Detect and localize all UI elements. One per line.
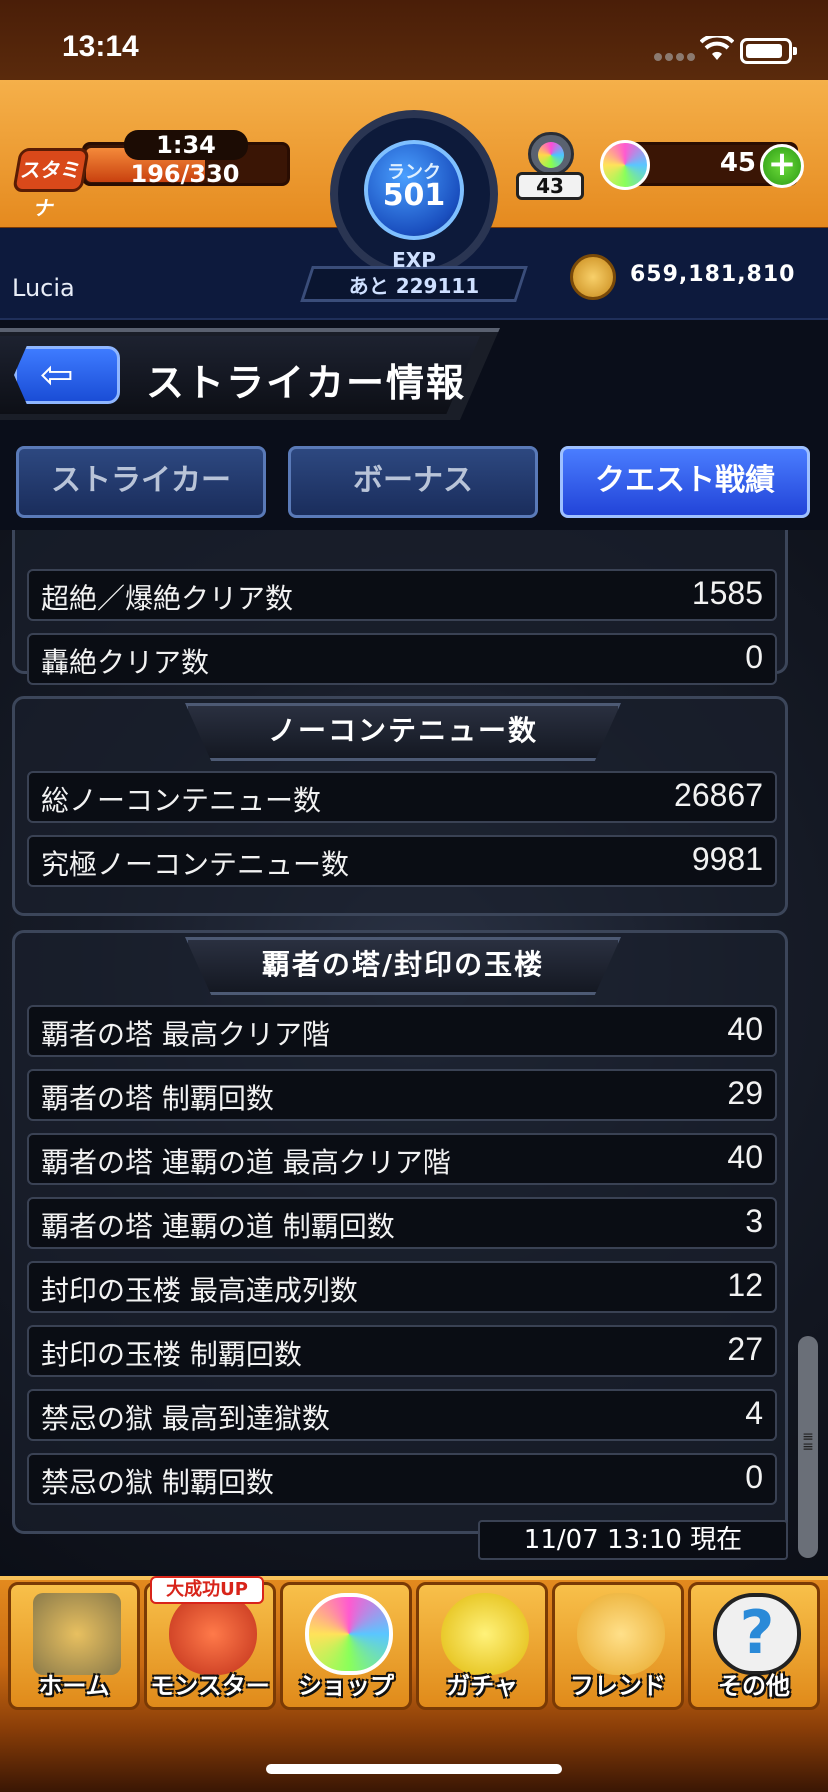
rank-value: 501 [382,178,446,213]
row-value: 26867 [674,777,763,813]
gold-coin-icon [570,254,616,300]
panel-no-continue: ノーコンテニュー数 総ノーコンテニュー数 26867 究極ノーコンテニュー数 9… [12,696,788,916]
back-arrow-icon: ⇦ [40,352,74,398]
nav-label: モンスター [150,1672,270,1700]
orb-value: 45 [719,148,756,178]
question-icon: ? [713,1593,801,1675]
row-value: 4 [745,1395,763,1431]
orb-pot-count: 43 [516,172,584,200]
row-value: 27 [727,1331,763,1367]
status-bar: 13:14 [0,0,828,80]
section-title: ノーコンテニュー数 [185,703,621,761]
add-orb-button[interactable]: + [760,144,804,188]
nav-label: フレンド [570,1672,666,1700]
content-area[interactable]: 超絶／爆絶クリア数 1585 轟絶クリア数 0 ノーコンテニュー数 総ノーコンテ… [0,530,828,1570]
tab-bonus[interactable]: ボーナス [288,446,538,518]
stamina-value: 196/330 [130,160,240,188]
tab-striker[interactable]: ストライカー [16,446,266,518]
exp-label: EXP [392,248,436,272]
coin-value: 659,181,810 [630,262,796,287]
orb-icon [600,140,650,190]
nav-friend[interactable]: フレンド [552,1582,684,1710]
row-label: 覇者の塔 連覇の道 最高クリア階 [41,1146,451,1179]
row-label: 封印の玉楼 最高達成列数 [41,1274,358,1307]
row-label: 総ノーコンテニュー数 [41,784,322,817]
monster-badge: 大成功UP [150,1576,264,1604]
section-title: 覇者の塔/封印の玉楼 [185,937,621,995]
row-label: 超絶／爆絶クリア数 [41,582,294,615]
table-row: 禁忌の獄 制覇回数 0 [27,1453,777,1505]
user-name: Lucia [12,274,75,302]
scroll-grip-icon[interactable]: ≡ ≡ [800,1430,816,1466]
page-title: ストライカー情報 [146,361,467,405]
nav-home[interactable]: ホーム [8,1582,140,1710]
orb-icon [305,1593,393,1675]
row-label: 禁忌の獄 最高到達獄数 [41,1402,330,1435]
table-row: 禁忌の獄 最高到達獄数 4 [27,1389,777,1441]
row-label: 禁忌の獄 制覇回数 [41,1466,274,1499]
table-row: 封印の玉楼 最高達成列数 12 [27,1261,777,1313]
row-value: 40 [727,1139,763,1175]
row-label: 究極ノーコンテニュー数 [41,848,350,881]
row-value: 3 [745,1203,763,1239]
last-updated-timestamp: 11/07 13:10 現在 [478,1520,788,1560]
table-row: 封印の玉楼 制覇回数 27 [27,1325,777,1377]
signal-icon [654,46,698,61]
monster-icon [169,1593,257,1675]
battery-icon [740,38,797,64]
row-label: 覇者の塔 連覇の道 制覇回数 [41,1210,395,1243]
nav-label: ホーム [38,1672,110,1700]
status-time: 13:14 [62,30,139,63]
row-value: 29 [727,1075,763,1111]
table-row: 覇者の塔 最高クリア階 40 [27,1005,777,1057]
table-row: 覇者の塔 制覇回数 29 [27,1069,777,1121]
wifi-icon [700,36,734,60]
row-value: 0 [745,1459,763,1495]
nav-label: その他 [718,1672,790,1700]
table-row: 覇者の塔 連覇の道 制覇回数 3 [27,1197,777,1249]
row-value: 1585 [691,575,763,611]
stamina-label: スタミナ [12,148,90,220]
table-row: 超絶／爆絶クリア数 1585 [27,569,777,621]
nav-shop[interactable]: ショップ [280,1582,412,1710]
nav-other[interactable]: ? その他 [688,1582,820,1710]
home-indicator[interactable] [266,1764,562,1774]
nav-label: ショップ [298,1672,394,1700]
table-row: 究極ノーコンテニュー数 9981 [27,835,777,887]
table-row: 総ノーコンテニュー数 26867 [27,771,777,823]
row-value: 9981 [691,841,763,877]
exp-remaining: あと 229111 [348,274,480,298]
friend-icon [577,1593,665,1675]
panel-tower: 覇者の塔/封印の玉楼 覇者の塔 最高クリア階 40 覇者の塔 制覇回数 29 覇… [12,930,788,1534]
nav-label: ガチャ [446,1672,518,1700]
row-label: 轟絶クリア数 [41,646,210,679]
table-row: 覇者の塔 連覇の道 最高クリア階 40 [27,1133,777,1185]
row-value: 0 [745,639,763,675]
row-label: 覇者の塔 制覇回数 [41,1082,274,1115]
stamina-timer: 1:34 [124,130,248,160]
table-row: 轟絶クリア数 0 [27,633,777,685]
panel-clear-counts: 超絶／爆絶クリア数 1585 轟絶クリア数 0 [12,530,788,685]
row-value: 40 [727,1011,763,1047]
row-label: 覇者の塔 最高クリア階 [41,1018,330,1051]
gacha-egg-icon [441,1593,529,1675]
tab-quest-record[interactable]: クエスト戦績 [560,446,810,518]
row-label: 封印の玉楼 制覇回数 [41,1338,302,1371]
home-icon [33,1593,121,1675]
row-value: 12 [727,1267,763,1303]
nav-gacha[interactable]: ガチャ [416,1582,548,1710]
